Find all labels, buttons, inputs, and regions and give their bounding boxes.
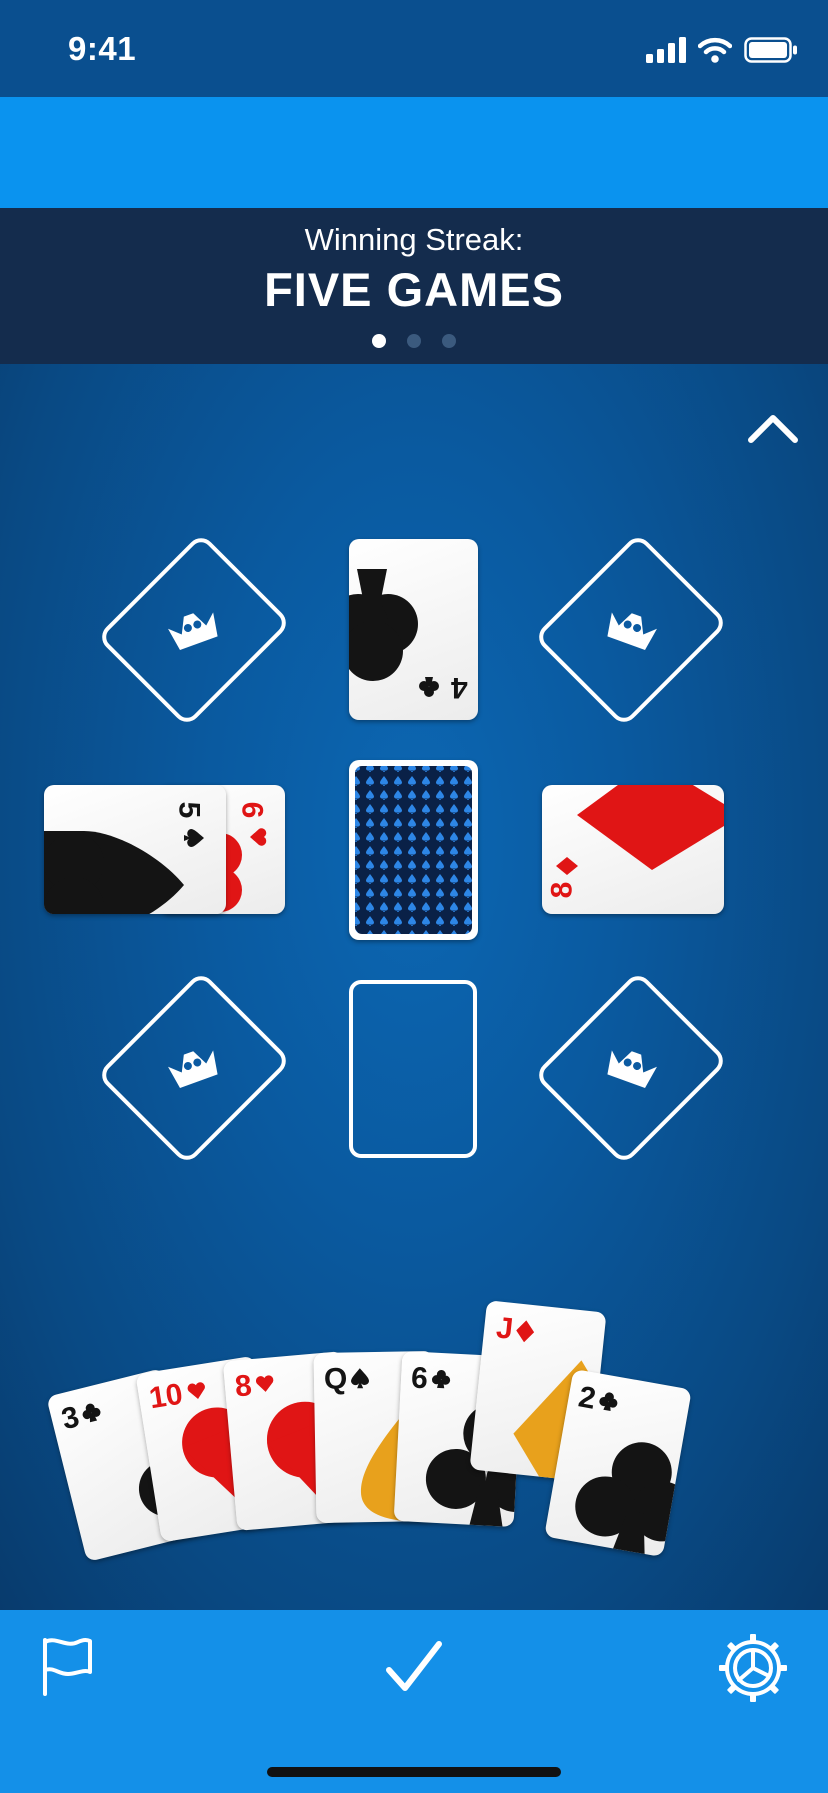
- crown-slot-bottom-left[interactable]: [88, 962, 300, 1174]
- status-bar: 9:41: [0, 0, 828, 97]
- card-rank: 6: [235, 801, 269, 819]
- checkmark-icon[interactable]: [383, 1638, 445, 1694]
- page-dot-2[interactable]: [407, 334, 421, 348]
- settings-gear-icon[interactable]: [717, 1632, 789, 1704]
- card-right[interactable]: 8: [542, 785, 724, 914]
- card-rank: 8: [233, 1369, 254, 1404]
- clubs-suit-icon: [431, 1369, 451, 1389]
- card-rank: J: [494, 1311, 515, 1346]
- home-indicator: [267, 1767, 561, 1777]
- crown-slot-bottom-right[interactable]: [525, 962, 737, 1174]
- streak-subtitle: Winning Streak:: [304, 222, 524, 257]
- page-indicator[interactable]: [0, 334, 828, 348]
- crown-icon: [168, 612, 218, 650]
- diamonds-suit-icon: [516, 1320, 535, 1343]
- card-rank: 6: [410, 1361, 429, 1396]
- card-rank: 10: [146, 1377, 186, 1416]
- player-hand: 3 10 8 Q 6 J 2: [0, 1290, 828, 1610]
- spades-suit-icon: [351, 1368, 370, 1389]
- spades-suit-icon: [184, 829, 204, 847]
- battery-icon: [744, 37, 797, 63]
- card-rank: 5: [172, 801, 206, 819]
- card-rank: 8: [545, 881, 579, 899]
- card-rank: 4: [451, 671, 468, 704]
- bottom-toolbar: [0, 1610, 828, 1793]
- streak-title: FIVE GAMES: [264, 263, 564, 316]
- hearts-suit-icon: [250, 828, 267, 846]
- winning-streak-banner[interactable]: Winning Streak: FIVE GAMES: [0, 208, 828, 364]
- flag-icon[interactable]: [40, 1636, 96, 1698]
- card-top[interactable]: 4: [349, 539, 478, 720]
- chevron-up-icon[interactable]: [745, 408, 801, 448]
- page-dot-1[interactable]: [372, 334, 386, 348]
- page-dot-3[interactable]: [442, 334, 456, 348]
- card-left-front[interactable]: 5: [44, 785, 226, 914]
- status-time: 9:41: [68, 30, 137, 67]
- crown-slot-top-right[interactable]: [525, 524, 737, 736]
- wifi-icon: [698, 37, 732, 63]
- crown-slot-top-left[interactable]: [88, 524, 300, 736]
- status-icons: [646, 34, 798, 66]
- hearts-suit-icon: [187, 1382, 205, 1399]
- crown-icon: [168, 1050, 218, 1088]
- crown-icon: [607, 612, 657, 650]
- ad-banner-area: [0, 97, 828, 208]
- hearts-suit-icon: [255, 1375, 274, 1392]
- empty-card-slot[interactable]: [349, 980, 477, 1158]
- cellular-signal-icon: [646, 37, 686, 63]
- card-back-pattern: [355, 766, 472, 934]
- diamonds-suit-icon: [556, 857, 578, 875]
- clubs-suit-icon: [419, 677, 439, 697]
- stock-pile[interactable]: [349, 760, 478, 940]
- card-rank: Q: [323, 1362, 348, 1396]
- clubs-suit-icon: [599, 1392, 618, 1412]
- crown-icon: [607, 1050, 657, 1088]
